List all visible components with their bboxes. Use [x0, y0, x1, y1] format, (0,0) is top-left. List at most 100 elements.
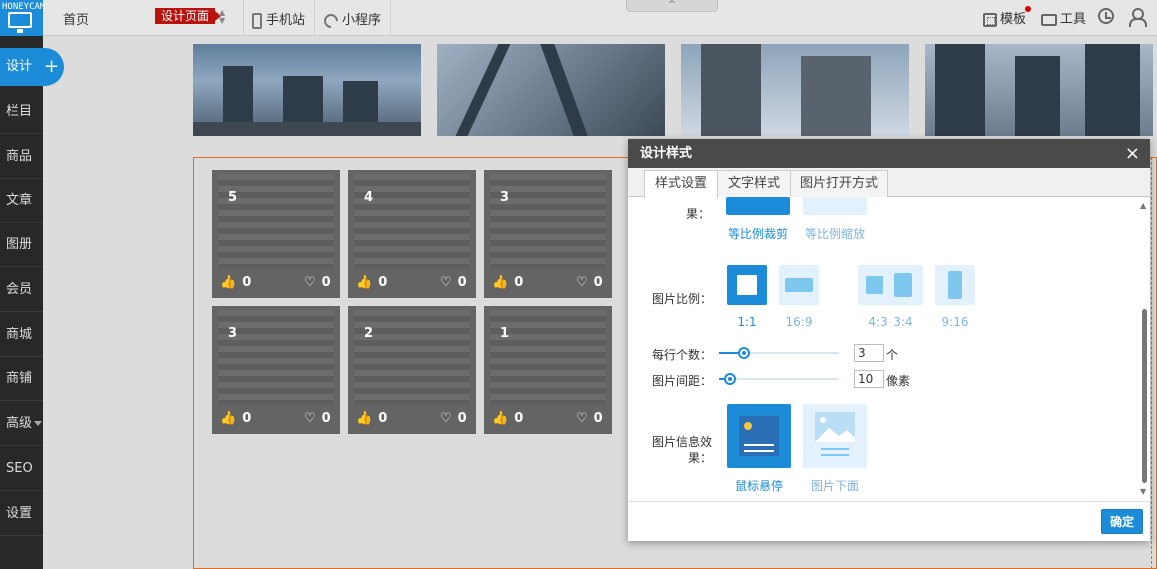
sidebar-item-columns[interactable]: 栏目	[0, 89, 43, 134]
page-switch-icon[interactable]: ▲ ▼	[219, 9, 225, 25]
favorite-count[interactable]: ♡ 0	[576, 275, 603, 290]
like-value: 0	[242, 275, 252, 290]
album-tile[interactable]: 5 👍 0 ♡ 0	[212, 170, 340, 298]
ratio-3-4-option[interactable]	[883, 265, 923, 305]
spacing-input[interactable]: 10	[854, 370, 884, 388]
dialog-scrollbar[interactable]	[1142, 309, 1147, 483]
plus-icon[interactable]: +	[44, 48, 59, 86]
sidebar-item-articles[interactable]: 文章	[0, 178, 43, 223]
scale-option[interactable]	[803, 197, 867, 215]
logo[interactable]: HONEYCAM	[0, 0, 45, 36]
favorite-count[interactable]: ♡ 0	[440, 411, 467, 426]
album-tile[interactable]: 2 👍 0 ♡ 0	[348, 306, 476, 434]
heart-icon: ♡	[576, 411, 588, 426]
ratio-1-1-label[interactable]: 1:1	[727, 315, 767, 329]
like-count[interactable]: 👍 0	[356, 411, 387, 426]
spacing-label: 图片间距：	[651, 374, 712, 388]
spacing-slider-handle[interactable]	[724, 373, 736, 385]
page-badge[interactable]: 设计页面	[155, 8, 222, 24]
sidebar-item-albums[interactable]: 图册	[0, 222, 43, 267]
sidebar-item-design[interactable]: 设计 +	[0, 48, 64, 86]
hover-effect-option[interactable]	[727, 404, 791, 468]
favorite-value: 0	[321, 411, 331, 426]
ratio-16-9-option[interactable]	[779, 265, 819, 305]
scroll-down-icon[interactable]: ▼	[1140, 487, 1146, 496]
template-label: 模板	[1000, 12, 1027, 27]
tab-style-settings[interactable]: 样式设置	[644, 170, 718, 198]
scroll-up-icon[interactable]: ▲	[1140, 201, 1146, 210]
hover-effect-label[interactable]: 鼠标悬停	[719, 477, 799, 494]
favorite-count[interactable]: ♡ 0	[576, 411, 603, 426]
dialog-header[interactable]: 设计样式 ×	[628, 139, 1150, 168]
ratio-1-1-option[interactable]	[727, 265, 767, 305]
tab-image-open-mode[interactable]: 图片打开方式	[790, 170, 888, 197]
mobile-site-button[interactable]: 手机站	[252, 9, 305, 29]
tile-index: 4	[364, 190, 374, 205]
ratio-9-16-option[interactable]	[935, 265, 975, 305]
like-count[interactable]: 👍 0	[356, 275, 387, 290]
sidebar-item-members[interactable]: 会员	[0, 267, 43, 312]
ratio-3-4-label[interactable]: 3:4	[883, 315, 923, 329]
confirm-button[interactable]: 确定	[1101, 509, 1143, 534]
monitor-icon	[8, 12, 32, 33]
album-tile[interactable]: 4 👍 0 ♡ 0	[348, 170, 476, 298]
collapse-toolbar-button[interactable]: ^	[626, 0, 718, 12]
thumbs-up-icon: 👍	[356, 275, 373, 290]
per-row-input[interactable]: 3	[854, 344, 884, 362]
sidebar-item-products[interactable]: 商品	[0, 134, 43, 179]
tile-index: 3	[500, 190, 510, 205]
per-row-slider-handle[interactable]	[738, 347, 750, 359]
design-style-dialog: 设计样式 × 样式设置 文字样式 图片打开方式 果： 等比例裁剪 等比例缩放 图…	[628, 139, 1150, 541]
favorite-count[interactable]: ♡ 0	[304, 275, 331, 290]
history-icon[interactable]	[1098, 8, 1114, 24]
below-image-label[interactable]: 图片下面	[795, 477, 875, 494]
album-tile[interactable]: 3 👍 0 ♡ 0	[212, 306, 340, 434]
close-icon[interactable]: ×	[1125, 139, 1140, 168]
like-value: 0	[242, 411, 252, 426]
building-photo	[681, 44, 909, 136]
favorite-value: 0	[457, 411, 467, 426]
spacing-slider[interactable]	[719, 373, 839, 385]
scale-option-label[interactable]: 等比例缩放	[795, 225, 875, 242]
ratio-9-16-label[interactable]: 9:16	[935, 315, 975, 329]
like-count[interactable]: 👍 0	[492, 275, 523, 290]
thumbs-up-icon: 👍	[356, 411, 373, 426]
dialog-footer: 确定	[628, 501, 1150, 541]
like-value: 0	[514, 411, 524, 426]
like-count[interactable]: 👍 0	[220, 275, 251, 290]
sidebar-item-advanced[interactable]: 高级	[0, 401, 43, 446]
mini-program-button[interactable]: 小程序	[321, 9, 381, 31]
home-link[interactable]: 首页	[63, 9, 89, 28]
sidebar-item-mall[interactable]: 商城	[0, 312, 43, 357]
favorite-count[interactable]: ♡ 0	[304, 411, 331, 426]
favorite-value: 0	[593, 411, 603, 426]
divider	[390, 0, 391, 36]
album-tile[interactable]: 3 👍 0 ♡ 0	[484, 170, 612, 298]
sidebar-item-settings[interactable]: 设置	[0, 491, 43, 536]
user-icon[interactable]	[1129, 8, 1147, 27]
tools-button[interactable]: 工具	[1041, 8, 1086, 27]
like-count[interactable]: 👍 0	[492, 411, 523, 426]
building-photo	[193, 44, 421, 136]
sidebar-item-label: 高级	[6, 416, 33, 431]
favorite-count[interactable]: ♡ 0	[440, 275, 467, 290]
below-image-option[interactable]	[803, 404, 867, 468]
tile-index: 1	[500, 326, 510, 341]
heart-icon: ♡	[304, 411, 316, 426]
sidebar-item-shops[interactable]: 商铺	[0, 356, 43, 401]
like-count[interactable]: 👍 0	[220, 411, 251, 426]
album-tile[interactable]: 1 👍 0 ♡ 0	[484, 306, 612, 434]
sidebar-item-seo[interactable]: SEO	[0, 446, 43, 491]
tab-text-style[interactable]: 文字样式	[717, 170, 791, 197]
crop-option[interactable]	[726, 197, 790, 215]
per-row-slider[interactable]	[719, 347, 839, 359]
tile-index: 5	[228, 190, 238, 205]
building-photo	[437, 44, 665, 136]
crop-option-label[interactable]: 等比例裁剪	[718, 225, 798, 242]
ratio-16-9-label[interactable]: 16:9	[779, 315, 819, 329]
tile-thumbnail	[490, 174, 606, 268]
mobile-site-label: 手机站	[266, 13, 306, 28]
template-button[interactable]: 模板	[983, 8, 1026, 27]
divider	[243, 0, 244, 36]
phone-icon	[252, 12, 262, 29]
